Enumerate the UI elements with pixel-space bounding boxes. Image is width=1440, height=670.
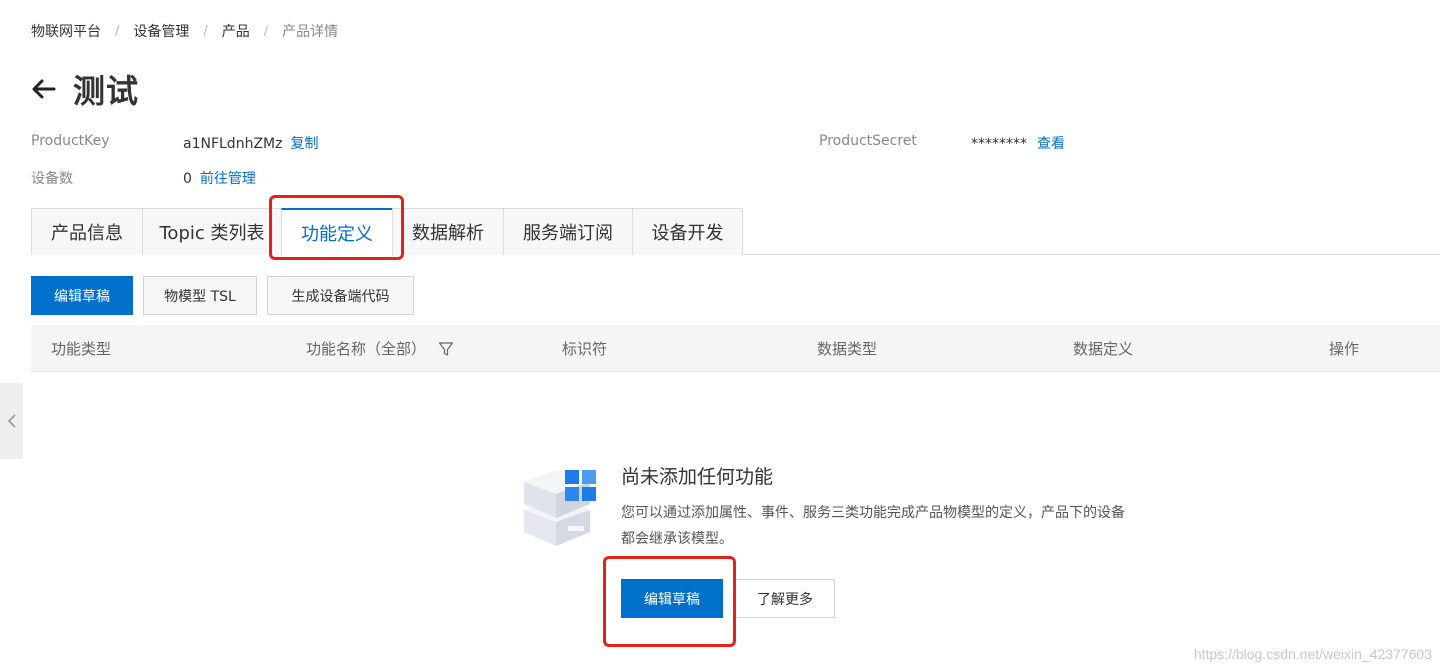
title-row: 测试	[29, 66, 139, 112]
view-secret-link[interactable]: 查看	[1037, 136, 1065, 152]
product-key-row: a1NFLdnhZMz 复制	[183, 133, 318, 153]
breadcrumb-item-product[interactable]: 产品	[222, 21, 250, 41]
column-function-name: 功能名称（全部）	[306, 340, 427, 358]
column-function-name-cell: 功能名称（全部）	[306, 325, 454, 372]
product-secret-row: ******** 查看	[971, 133, 1065, 153]
edit-draft-button[interactable]: 编辑草稿	[31, 276, 133, 315]
empty-edit-draft-button[interactable]: 编辑草稿	[621, 579, 723, 618]
device-count-value: 0	[183, 171, 192, 187]
sidebar-toggle[interactable]	[0, 383, 23, 459]
product-secret-value: ********	[971, 136, 1027, 152]
column-actions: 操作	[1329, 340, 1360, 358]
product-secret-label: ProductSecret	[819, 133, 917, 149]
tab-bar: 产品信息 Topic 类列表 功能定义 数据解析 服务端订阅 设备开发	[31, 208, 1440, 256]
tab-topic-list[interactable]: Topic 类列表	[142, 208, 282, 255]
empty-state-description: 您可以通过添加属性、事件、服务三类功能完成产品物模型的定义，产品下的设备都会继承…	[621, 505, 1125, 547]
device-count-row: 0 前往管理	[183, 168, 256, 188]
tab-server-subscription[interactable]: 服务端订阅	[503, 208, 633, 255]
column-data-type: 数据类型	[817, 340, 878, 358]
tsl-button[interactable]: 物模型 TSL	[143, 276, 257, 315]
breadcrumb-separator: /	[203, 23, 208, 39]
filter-icon[interactable]	[438, 341, 454, 357]
breadcrumb-item-iot[interactable]: 物联网平台	[31, 21, 101, 41]
tab-function-definition[interactable]: 功能定义	[281, 208, 393, 256]
tab-product-info[interactable]: 产品信息	[31, 208, 143, 255]
product-key-label: ProductKey	[31, 133, 110, 149]
tab-data-parsing[interactable]: 数据解析	[392, 208, 504, 255]
breadcrumb-current: 产品详情	[282, 24, 339, 40]
breadcrumb-item-device-mgmt[interactable]: 设备管理	[133, 21, 189, 41]
watermark: https://blog.csdn.net/weixin_42377603	[1193, 646, 1432, 662]
generate-code-button[interactable]: 生成设备端代码	[267, 276, 414, 315]
chevron-left-icon	[7, 414, 16, 428]
column-function-type: 功能类型	[51, 340, 112, 358]
table-header: 功能类型 功能名称（全部） 标识符 数据类型 数据定义 操作	[31, 325, 1440, 372]
product-key-value: a1NFLdnhZMz	[183, 136, 283, 152]
empty-state-title: 尚未添加任何功能	[621, 466, 774, 488]
page-title: 测试	[73, 72, 140, 110]
learn-more-button[interactable]: 了解更多	[735, 579, 835, 618]
manage-link[interactable]: 前往管理	[200, 171, 256, 187]
tab-device-development[interactable]: 设备开发	[632, 208, 743, 255]
device-count-label: 设备数	[31, 171, 73, 187]
breadcrumb-separator: /	[115, 23, 120, 39]
column-data-definition: 数据定义	[1073, 340, 1134, 358]
empty-model-illustration-icon	[524, 470, 596, 546]
copy-link[interactable]: 复制	[290, 136, 318, 152]
breadcrumb: 物联网平台 / 设备管理 / 产品 / 产品详情	[31, 21, 338, 41]
column-identifier: 标识符	[562, 340, 608, 358]
breadcrumb-separator: /	[263, 23, 269, 39]
arrow-left-icon[interactable]	[29, 74, 59, 104]
